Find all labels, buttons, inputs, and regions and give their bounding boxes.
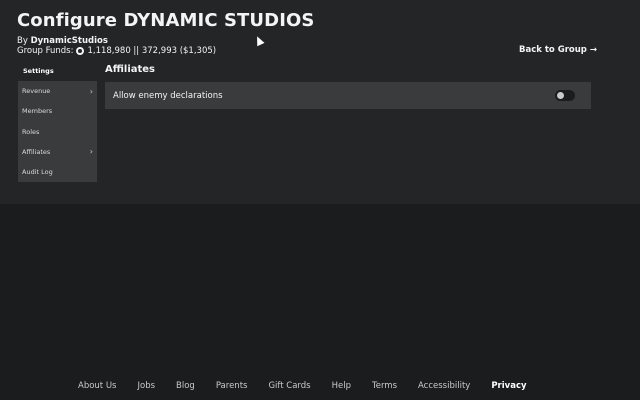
funds-label: Group Funds:	[17, 46, 74, 56]
group-funds: Group Funds: 1,118,980 || 372,993 ($1,30…	[17, 46, 216, 56]
footer-link-gift-cards[interactable]: Gift Cards	[268, 381, 310, 391]
sidebar-item-affiliates[interactable]: Affiliates ›	[18, 142, 97, 162]
sidebar-item-label: Audit Log	[22, 168, 53, 177]
sidebar-item-label: Revenue	[22, 87, 51, 96]
sidebar-item-roles[interactable]: Roles	[18, 122, 97, 142]
sidebar-item-label: Roles	[22, 127, 40, 136]
footer-link-privacy[interactable]: Privacy	[491, 381, 526, 391]
sidebar-item-members[interactable]: Members	[18, 101, 97, 121]
enemy-declarations-toggle[interactable]	[555, 90, 575, 101]
config-sidebar: Settings Revenue › Members Roles Affilia…	[18, 61, 97, 182]
footer-link-blog[interactable]: Blog	[176, 381, 195, 391]
footer-links: About Us Jobs Blog Parents Gift Cards He…	[78, 381, 548, 391]
sidebar-item-revenue[interactable]: Revenue ›	[18, 81, 97, 101]
sidebar-item-label: Members	[22, 107, 53, 116]
page-title: Configure DYNAMIC STUDIOS	[17, 10, 315, 31]
footer-link-terms[interactable]: Terms	[372, 381, 397, 391]
footer-link-parents[interactable]: Parents	[216, 381, 248, 391]
footer-link-about-us[interactable]: About Us	[78, 381, 116, 391]
funds-value: 1,118,980 || 372,993 ($1,305)	[87, 46, 217, 56]
sidebar-item-label: Settings	[23, 67, 54, 76]
by-label: By	[17, 36, 28, 46]
sidebar-item-audit-log[interactable]: Audit Log	[18, 162, 97, 182]
toggle-knob	[557, 92, 564, 99]
footer-link-help[interactable]: Help	[332, 381, 351, 391]
section-title: Affiliates	[105, 64, 156, 75]
setting-row-enemy-declarations: Allow enemy declarations	[105, 82, 591, 109]
footer-link-jobs[interactable]: Jobs	[137, 381, 155, 391]
footer-link-accessibility[interactable]: Accessibility	[418, 381, 470, 391]
robux-icon	[76, 47, 85, 55]
setting-label: Allow enemy declarations	[113, 90, 223, 101]
owner-link[interactable]: DynamicStudios	[31, 36, 108, 46]
chevron-right-icon: ›	[89, 86, 93, 96]
back-to-group-link[interactable]: Back to Group →	[519, 45, 597, 55]
chevron-right-icon: ›	[89, 147, 93, 157]
sidebar-item-label: Affiliates	[22, 147, 51, 156]
owner-byline: By DynamicStudios	[17, 36, 108, 46]
sidebar-item-settings[interactable]: Settings	[18, 61, 97, 82]
